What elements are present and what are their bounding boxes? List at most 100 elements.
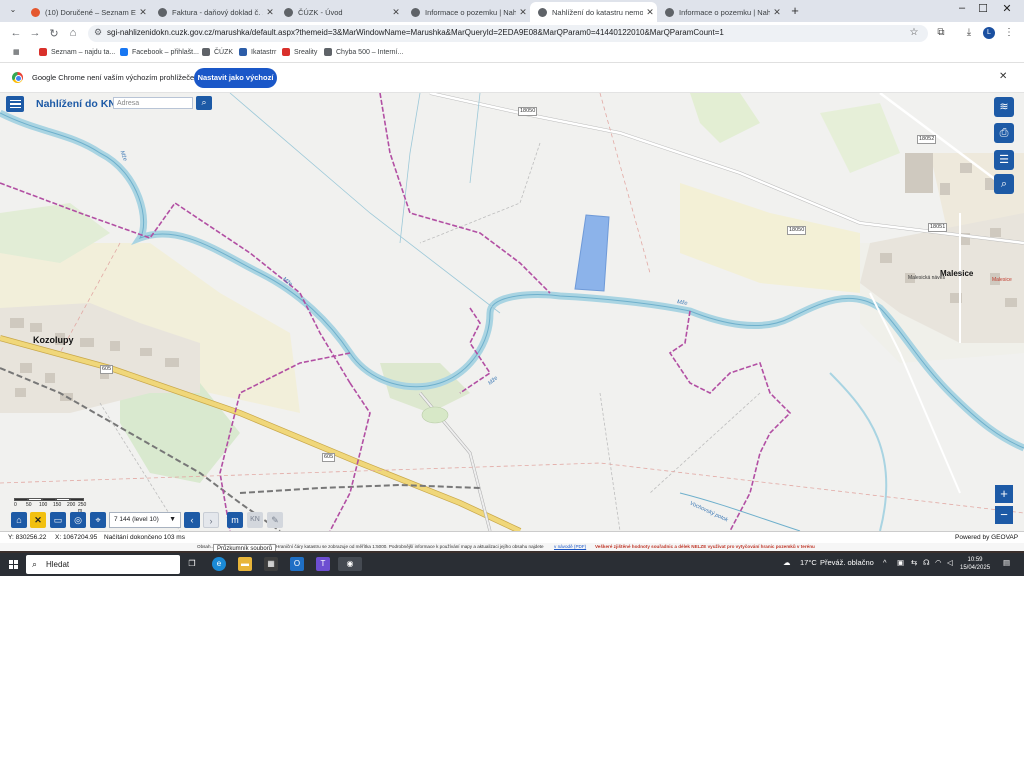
bookmark-favicon-icon: [120, 48, 128, 56]
map-pin-icon[interactable]: ⌖: [90, 512, 106, 528]
apps-icon[interactable]: ▦: [13, 48, 20, 56]
browser-tab[interactable]: Nahlížení do katastru nemovitost✕: [530, 2, 657, 22]
zoom-search-icon[interactable]: ⌕: [994, 174, 1014, 194]
forward-button[interactable]: →: [28, 27, 42, 39]
tab-close-icon[interactable]: ✕: [770, 7, 784, 18]
outlook-icon[interactable]: O: [290, 557, 304, 571]
tab-close-icon[interactable]: ✕: [389, 7, 403, 18]
downloads-icon[interactable]: ⤓: [962, 27, 976, 38]
locate-icon[interactable]: ◎: [70, 512, 86, 528]
tray-sync-icon[interactable]: ⇆: [911, 558, 917, 567]
clock-date: 15/04/2025: [960, 565, 991, 571]
file-explorer-icon[interactable]: ▬: [238, 557, 252, 571]
clock-time: 10:59: [967, 557, 983, 563]
previous-view-icon[interactable]: ‹: [184, 512, 200, 528]
place-malesice: Malesice: [940, 269, 974, 278]
teams-icon[interactable]: T: [316, 557, 330, 571]
default-browser-infobar: Google Chrome není vaším výchozím prohlí…: [0, 63, 1024, 93]
road-number-18050-a: 18050: [518, 107, 538, 116]
label-malesicka-naves: Malesická náves: [908, 275, 945, 281]
tab-close-icon[interactable]: ✕: [643, 7, 657, 18]
scale-level-select[interactable]: 7 144 (level 10) ▼: [109, 512, 181, 528]
screen: ⌄ (10) Doručené – Seznam Email✕Faktura -…: [0, 0, 1024, 576]
browser-tab[interactable]: (10) Doručené – Seznam Email✕: [23, 2, 150, 22]
footnote-link[interactable]: v návodě (PDF): [554, 544, 586, 549]
bookmark-item[interactable]: ČÚZK: [202, 48, 233, 56]
wifi-icon[interactable]: ◠: [935, 558, 942, 567]
site-info-icon[interactable]: ⚙: [94, 27, 102, 38]
bookmark-item[interactable]: Facebook – přihlašt...: [120, 48, 199, 56]
tab-close-icon[interactable]: ✕: [516, 7, 530, 18]
zoom-in-button[interactable]: +: [995, 485, 1013, 503]
print-icon[interactable]: ⎙: [994, 123, 1014, 143]
tab-close-icon[interactable]: ✕: [136, 7, 150, 18]
app-title: Nahlížení do KN: [36, 98, 116, 110]
menu-icon[interactable]: ⋮: [1002, 27, 1016, 38]
zoom-rectangle-icon[interactable]: ▭: [50, 512, 66, 528]
tray-expand-icon[interactable]: ^: [883, 558, 887, 567]
map-canvas[interactable]: Kozolupy Malesice Malesická náves Malesi…: [0, 93, 1024, 531]
scale-level-value: 7 144 (level 10): [114, 516, 159, 523]
next-view-icon[interactable]: ›: [203, 512, 219, 528]
clear-selection-icon[interactable]: ✕: [30, 512, 46, 528]
task-view-icon[interactable]: ❐: [185, 557, 199, 571]
bookmark-item[interactable]: Ikatastrr: [239, 48, 276, 56]
edge-icon[interactable]: e: [212, 557, 226, 571]
toolbar: ← → ↻ ⌂ ⚙ sgi-nahlizenidokn.cuzk.gov.cz/…: [0, 22, 1024, 44]
home-button[interactable]: ⌂: [66, 27, 80, 39]
browser-tab[interactable]: Faktura - daňový doklad č. 2025✕: [150, 2, 277, 22]
notifications-icon[interactable]: ▤: [1003, 558, 1010, 567]
menu-hamburger-icon[interactable]: [6, 96, 24, 112]
tab-close-icon[interactable]: ✕: [263, 7, 277, 18]
bookmark-item[interactable]: Sreality: [282, 48, 317, 56]
legend-icon[interactable]: ☰: [994, 150, 1014, 170]
address-search-input[interactable]: Adresa: [113, 97, 193, 109]
bookmark-star-icon[interactable]: ☆: [907, 27, 921, 38]
zoom-out-button[interactable]: −: [995, 506, 1013, 524]
maximize-button[interactable]: ☐: [971, 2, 995, 15]
infobar-close-icon[interactable]: ✕: [999, 71, 1007, 82]
info-cursor-icon[interactable]: ✎: [267, 512, 283, 528]
browser-tab[interactable]: Informace o pozemku | Nahlíže✕: [657, 2, 784, 22]
browser-tab[interactable]: ČÚZK - Úvod ✕: [276, 2, 403, 22]
chrome-taskbar-icon[interactable]: ◉: [338, 557, 362, 571]
weather-text[interactable]: Převáž. oblačno: [820, 558, 874, 567]
extensions-icon[interactable]: ⧉: [934, 27, 948, 38]
layers-icon[interactable]: ≋: [994, 97, 1014, 117]
browser-tab[interactable]: Informace o pozemku | Nahlíže✕: [403, 2, 530, 22]
scale-label: 200: [67, 502, 76, 508]
volume-icon[interactable]: ◁: [947, 558, 953, 567]
bookmark-label: ČÚZK: [214, 48, 234, 56]
weather-icon[interactable]: ☁: [783, 558, 791, 567]
bookmark-item[interactable]: Seznam – najdu ta...: [39, 48, 115, 56]
back-button[interactable]: ←: [9, 27, 23, 39]
windows-start-icon[interactable]: [9, 560, 18, 569]
clock[interactable]: 10:59 15/04/2025: [960, 556, 990, 572]
window-close-button[interactable]: ✕: [995, 2, 1019, 15]
address-bar[interactable]: ⚙ sgi-nahlizenidokn.cuzk.gov.cz/marushka…: [88, 25, 928, 42]
globe-icon: [665, 7, 674, 17]
taskbar-search[interactable]: ⌕ Hledat: [26, 555, 180, 574]
new-tab-button[interactable]: +: [788, 3, 802, 19]
bookmark-label: Ikatastrr: [251, 48, 277, 56]
set-default-button[interactable]: Nastavit jako výchozí: [194, 68, 277, 88]
kn-button[interactable]: KN: [247, 512, 263, 528]
network-icon[interactable]: ☊: [923, 558, 930, 567]
search-button[interactable]: ⌕: [196, 96, 212, 110]
windows-taskbar: ⌕ Hledat ❐ e ▬ ▦ O T ◉ ☁ 17°C Převáž. ob…: [0, 553, 1024, 576]
reload-button[interactable]: ↻: [47, 27, 61, 40]
search-icon: ⌕: [32, 559, 38, 569]
tab-title: Nahlížení do katastru nemovitost: [552, 7, 643, 17]
measure-icon[interactable]: m: [227, 512, 243, 528]
tab-search-button[interactable]: ⌄: [6, 5, 20, 17]
bookmark-item[interactable]: Chyba 500 – Interní...: [324, 48, 403, 56]
globe-icon: [411, 7, 420, 17]
seznam-icon: [31, 7, 40, 17]
store-icon[interactable]: ▦: [264, 557, 278, 571]
profile-avatar[interactable]: L: [983, 27, 995, 39]
bookmark-favicon-icon: [39, 48, 47, 56]
bookmark-favicon-icon: [239, 48, 247, 56]
weather-temp[interactable]: 17°C: [800, 558, 817, 567]
tray-app-icon[interactable]: ▣: [897, 558, 904, 567]
home-view-icon[interactable]: ⌂: [11, 512, 27, 528]
